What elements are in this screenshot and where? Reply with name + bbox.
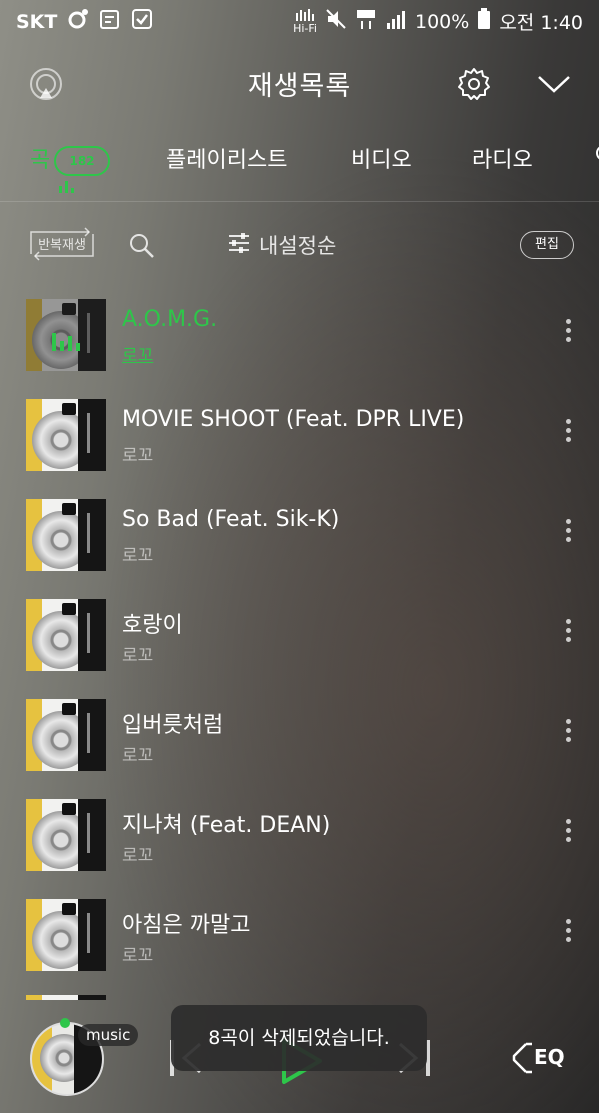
song-row[interactable]: So Bad (Feat. Sik-K) 로꼬 [0,495,599,595]
song-artist[interactable]: 로꼬 [122,941,153,966]
album-art [26,899,106,971]
song-row[interactable]: A.O.M.G. 로꼬 [0,295,599,395]
album-art [26,499,106,571]
eq-label: EQ [534,1045,565,1069]
chevron-down-icon[interactable] [536,72,572,100]
notification-dot-icon [67,8,89,35]
song-artist[interactable]: 로꼬 [122,341,153,366]
checkbox-icon [131,8,153,35]
tab-videos[interactable]: 비디오 [351,142,412,174]
eq-button[interactable]: EQ [510,1038,570,1082]
tab-radio[interactable]: 라디오 [472,142,533,174]
repeat-label: 반복재생 [38,238,86,253]
song-row[interactable]: 지나쳐 (Feat. DEAN) 로꼬 [0,795,599,895]
song-title: 지나쳐 (Feat. DEAN) [122,813,331,838]
edit-button[interactable]: 편집 [520,231,574,259]
now-playing-bars-icon [52,331,82,355]
carrier-label: SKT [16,10,58,33]
song-title: A.O.M.G. [122,307,218,332]
more-options-icon[interactable] [560,519,576,547]
song-row[interactable]: 입버릇처럼 로꼬 [0,695,599,795]
signal-icon [385,9,407,34]
more-options-icon[interactable] [560,319,576,347]
toast-message: 8곡이 삭제되었습니다. [171,1005,427,1071]
clock: 오전 1:40 [499,12,583,34]
music-tag: music [78,1024,139,1046]
tab-overflow[interactable] [594,142,599,170]
album-art [26,799,106,871]
song-artist[interactable]: 로꼬 [122,841,153,866]
active-tab-indicator-icon [58,178,76,197]
song-artist[interactable]: 로꼬 [122,441,153,466]
tab-songs[interactable]: 곡 [30,142,50,174]
song-row[interactable]: MOVIE SHOOT (Feat. DPR LIVE) 로꼬 [0,395,599,495]
memo-icon [99,8,121,35]
status-bar: SKT Hi-Fi 100% 오전 1:40 [0,0,599,42]
hifi-icon: Hi-Fi [293,9,317,34]
song-title: 입버릇처럼 [122,713,224,738]
song-artist[interactable]: 로꼬 [122,741,153,766]
page-title: 재생목록 [247,71,352,102]
search-icon[interactable] [128,232,156,264]
sort-sliders-icon [227,232,251,259]
song-artist[interactable]: 로꼬 [122,641,153,666]
repeat-button[interactable]: 반복재생 [27,224,97,264]
playing-indicator-dot [60,1018,70,1028]
album-art [26,399,106,471]
song-title: 호랑이 [122,613,183,638]
song-artist[interactable]: 로꼬 [122,541,153,566]
settings-gear-icon[interactable] [456,66,492,106]
album-art [26,699,106,771]
song-title: MOVIE SHOOT (Feat. DPR LIVE) [122,407,465,432]
more-options-icon[interactable] [560,719,576,747]
song-count-badge: 182 [54,146,110,176]
tab-divider [0,201,599,202]
more-options-icon[interactable] [560,819,576,847]
more-options-icon[interactable] [560,619,576,647]
sort-button[interactable]: 내설정순 [227,230,336,260]
song-title: 아침은 까말고 [122,913,251,938]
album-art [26,599,106,671]
song-row[interactable]: 아침은 까말고 로꼬 [0,895,599,995]
battery-percent: 100% [415,10,470,33]
more-options-icon[interactable] [560,919,576,947]
mute-icon [325,8,347,35]
song-title: So Bad (Feat. Sik-K) [122,507,340,532]
album-art [26,299,106,371]
app-header: 재생목록 [0,52,599,116]
battery-icon [477,8,491,35]
more-options-icon[interactable] [560,419,576,447]
lte-icon [355,8,377,35]
tab-playlists[interactable]: 플레이리스트 [166,142,287,174]
sort-label: 내설정순 [259,234,337,258]
song-row[interactable]: 호랑이 로꼬 [0,595,599,695]
